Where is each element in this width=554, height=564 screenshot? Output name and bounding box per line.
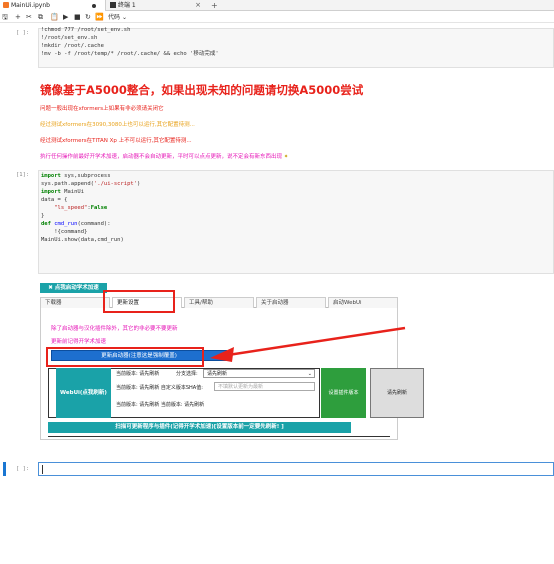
terminal-icon: [110, 2, 116, 8]
divider: [48, 436, 390, 437]
code-line: }: [41, 213, 45, 219]
run-icon[interactable]: ▶: [63, 12, 68, 23]
empty-code-cell[interactable]: [38, 462, 554, 476]
active-cell-indicator: [3, 462, 6, 476]
chevron-down-icon: ⌄: [307, 371, 312, 377]
tab-mainui[interactable]: MainUi.ipynb: [0, 0, 106, 11]
markdown-line: 经过测试xformers在3090,3080上也可以运行,其它配置待测...: [40, 122, 195, 128]
save-icon[interactable]: 🖫: [2, 12, 8, 23]
code-line: import sys,subprocess: [41, 173, 111, 179]
cell-type-select[interactable]: 代码 ⌄: [108, 12, 127, 23]
sha-input[interactable]: 不填默认更新为最新: [214, 382, 315, 391]
code-line: !mkdir /root/.cache: [41, 43, 104, 49]
code-line: def cmd_run(command):: [41, 221, 111, 227]
academic-accel-button[interactable]: ✖ 点我启动学术加速: [40, 283, 107, 293]
highlight-box: [103, 290, 175, 313]
tab-label: MainUi.ipynb: [11, 2, 50, 9]
cell-prompt: [1]:: [16, 172, 30, 178]
cut-icon[interactable]: ✂: [26, 12, 32, 23]
chevron-down-icon: ⌄: [121, 14, 127, 21]
refresh-button[interactable]: 请先刷新: [370, 368, 424, 418]
code-line: !/root/set_env.sh: [41, 35, 98, 41]
version-info: 当前版本: 请先刷新 自定义版本SHA值:: [116, 385, 203, 391]
arrow-icon: [210, 326, 406, 362]
webui-refresh-button[interactable]: WebUi(点我刷新): [56, 368, 111, 418]
code-line: data = {: [41, 197, 68, 203]
paste-icon[interactable]: 📋: [50, 12, 59, 23]
tab-bar: MainUi.ipynb 终端 1 × +: [0, 0, 554, 11]
version-info: 当前版本: 请先刷新 当前版本: 请先刷新: [116, 402, 205, 408]
code-line: import MainUi: [41, 189, 85, 195]
tab-downloader[interactable]: 下载器: [40, 297, 110, 308]
code-cell-2[interactable]: import sys,subprocess sys.path.append('.…: [38, 170, 554, 274]
tab-label: 终端 1: [118, 2, 136, 9]
code-line: "ls_speed":False: [54, 205, 108, 211]
markdown-line: 执行任何操作前最好开学术加速，启动器不会自动更新，平时可以点点更新，说不定会有新…: [40, 154, 289, 160]
highlight-box: [46, 347, 204, 367]
stop-icon[interactable]: ■: [74, 12, 81, 23]
code-line: sys.path.append('./ui-script'): [41, 181, 141, 187]
tab-tools-help[interactable]: 工具/帮助: [184, 297, 254, 308]
restart-icon[interactable]: ↻: [85, 12, 91, 23]
copy-icon[interactable]: ⧉: [38, 12, 43, 23]
branch-label: 分支选择:: [176, 371, 198, 377]
code-line: !mv -b -f /root/temp/* /root/.cache/ && …: [41, 51, 219, 57]
code-line: !{command}: [41, 229, 88, 235]
unsaved-dot-icon: [92, 4, 96, 8]
code-line: MainUi.show(data,cmd_run): [41, 237, 124, 243]
tab-terminal[interactable]: 终端 1 ×: [107, 0, 207, 11]
tab-about[interactable]: 关于启动器: [256, 297, 326, 308]
version-info: 当前版本: 请先刷新: [116, 371, 160, 377]
markdown-line: 问题一般出现在xformers上如果有非必须请关闭它: [40, 106, 164, 112]
code-line: !chmod 777 /root/set_env.sh: [41, 27, 131, 33]
fast-forward-icon[interactable]: ⏩: [95, 12, 104, 23]
branch-select[interactable]: 请先刷新 ⌄: [203, 369, 315, 378]
cell-prompt: [ ]:: [16, 466, 30, 472]
scan-updates-button[interactable]: 扫描可更新程序与插件(记得开学术加速)[设置版本前一定要先刷新! ]: [48, 422, 351, 433]
notebook-toolbar: 🖫 + ✂ ⧉ 📋 ▶ ■ ↻ ⏩ 代码 ⌄: [0, 12, 554, 23]
note-text: 更新前记得开学术加速: [51, 339, 107, 345]
widget-tabs: 下载器 更新设置 工具/帮助 关于启动器 启动WebUi: [40, 297, 398, 308]
notebook-icon: [3, 2, 9, 8]
code-cell-1[interactable]: !chmod 777 /root/set_env.sh !/root/set_e…: [38, 27, 554, 68]
cell-prompt: [ ]:: [16, 30, 30, 36]
note-text: 除了启动器与汉化插件除外，其它的非必要不要更新: [51, 326, 178, 332]
text-cursor: [42, 465, 43, 474]
page-title: 镜像基于A5000整合，如果出现未知的问题请切换A5000尝试: [40, 83, 364, 97]
markdown-line: 经过测试xformers在TITAN Xp 上不可以运行,其它配置待测...: [40, 138, 192, 144]
add-icon[interactable]: +: [15, 12, 21, 23]
add-tab-icon[interactable]: +: [211, 0, 218, 11]
close-icon[interactable]: ×: [195, 0, 201, 11]
sparkle-icon: ✦: [283, 154, 289, 160]
plugin-update-box: WebUi(点我刷新) 当前版本: 请先刷新 分支选择: 请先刷新 ⌄ 当前版本:…: [48, 368, 424, 420]
set-plugin-version-button[interactable]: 设置插件版本: [321, 368, 366, 418]
tab-launch-webui[interactable]: 启动WebUi: [328, 297, 398, 308]
